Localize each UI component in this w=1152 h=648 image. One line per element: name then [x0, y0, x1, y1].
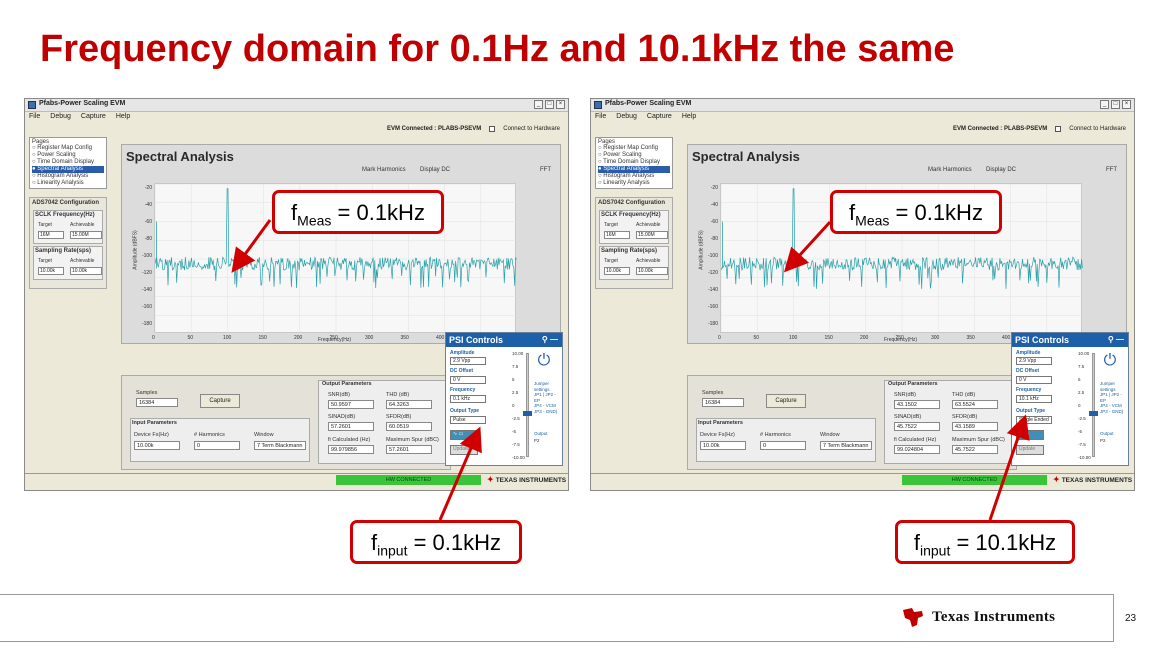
page-number: 23 [1125, 613, 1137, 624]
ti-state-icon [903, 608, 923, 627]
arrow-meas-right [783, 220, 832, 273]
arrow-input-left [438, 426, 482, 521]
callout-fmeas-right: fMeas = 0.1kHz [830, 190, 1002, 234]
arrow-input-right [988, 414, 1030, 521]
arrow-meas-left [231, 219, 272, 273]
footer-logo: Texas Instruments [900, 604, 1055, 630]
callout-fmeas-left: fMeas = 0.1kHz [272, 190, 444, 234]
callout-finput-right: finput = 10.1kHz [895, 520, 1075, 564]
footer-brand: Texas Instruments [932, 608, 1056, 625]
callout-finput-left: finput = 0.1kHz [350, 520, 522, 564]
